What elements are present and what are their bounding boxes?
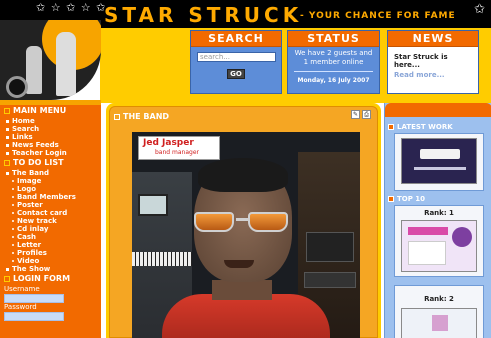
go-button[interactable]: GO (227, 69, 245, 79)
shirt-graphic (162, 294, 330, 338)
bullet-icon (6, 127, 9, 131)
news-panel: NEWS Star Struck is here... Read more... (387, 30, 479, 94)
bullet-icon (6, 135, 9, 139)
vinyl-icon (6, 76, 28, 98)
todo-item-video[interactable]: Video (0, 257, 101, 265)
member-name: Jed Jasper (143, 138, 194, 148)
menu-item-teacher-login[interactable]: Teacher Login (0, 149, 101, 157)
online-count: We have 2 guests and 1 member online (294, 49, 373, 66)
menu-item-search[interactable]: Search (0, 125, 101, 133)
search-panel: SEARCH search... GO (190, 30, 282, 94)
news-headline[interactable]: Star Struck is here... (388, 47, 478, 69)
todo-item-contact-card[interactable]: Contact card (0, 209, 101, 217)
username-field[interactable] (4, 294, 64, 303)
search-input[interactable]: search... (197, 52, 276, 62)
print-icon[interactable]: ⎙ (362, 110, 371, 119)
todo-item-new-track[interactable]: New track (0, 217, 101, 225)
read-more-link[interactable]: Read more... (388, 69, 478, 81)
guitarist-figure (56, 32, 76, 96)
search-title: SEARCH (191, 31, 281, 47)
rank-2-panel: Rank: 2 (394, 285, 484, 338)
member-role: band manager (155, 149, 199, 156)
latest-work-thumbnail[interactable] (401, 138, 477, 184)
login-form-header: LOGIN FORM (0, 273, 101, 285)
star-icon: ✩ (474, 2, 485, 17)
stars-decoration: ✩ ☆ ✩ ☆ ✩ (36, 1, 107, 14)
todo-list-header: TO DO LIST (0, 157, 101, 169)
rank-2-label: Rank: 2 (424, 295, 454, 303)
status-panel: STATUS We have 2 guests and 1 member onl… (287, 30, 380, 94)
main-content: THE BAND ✎ ⎙ Jed Jasper band manager (106, 103, 381, 338)
keyboard-graphic (132, 252, 192, 266)
rank-1-panel: Rank: 1 (394, 205, 484, 277)
panel-tools: ✎ ⎙ (351, 110, 371, 119)
bullet-icon (6, 267, 9, 271)
left-sidebar: MAIN MENU Home Search Links News Feeds T… (0, 105, 101, 338)
right-sidebar: LATEST WORK TOP 10 Rank: 1 Rank: 2 (384, 103, 491, 338)
band-manager-photo (132, 132, 360, 338)
singer-figure (26, 46, 42, 94)
square-icon (114, 113, 120, 120)
square-icon (388, 124, 394, 130)
todo-item-band-members[interactable]: Band Members (0, 193, 101, 201)
bullet-icon (6, 143, 9, 147)
todo-section-the-show[interactable]: The Show (0, 265, 101, 273)
square-icon (4, 108, 10, 114)
site-tagline: - YOUR CHANCE FOR FAME (300, 11, 456, 21)
square-icon (4, 276, 10, 282)
bullet-icon (6, 171, 9, 175)
password-label: Password (4, 303, 37, 311)
rank-1-label: Rank: 1 (424, 209, 454, 217)
latest-work-header: LATEST WORK (388, 123, 453, 131)
menu-item-home[interactable]: Home (0, 117, 101, 125)
todo-item-image[interactable]: Image (0, 177, 101, 185)
news-title: NEWS (388, 31, 478, 47)
square-icon (4, 160, 10, 166)
menu-item-news-feeds[interactable]: News Feeds (0, 141, 101, 149)
rank-1-thumbnail[interactable] (401, 220, 477, 272)
page-title: THE BAND (123, 112, 170, 121)
name-tag: Jed Jasper band manager (138, 136, 220, 160)
password-field[interactable] (4, 312, 64, 321)
bullet-icon (6, 151, 9, 155)
username-label: Username (4, 285, 40, 293)
todo-item-poster[interactable]: Poster (0, 201, 101, 209)
pdf-icon[interactable]: ✎ (351, 110, 360, 119)
todo-item-logo[interactable]: Logo (0, 185, 101, 193)
top-10-header: TOP 10 (388, 195, 425, 203)
main-menu-header: MAIN MENU (0, 105, 101, 117)
sunglasses-graphic (194, 212, 290, 232)
latest-work-panel (394, 133, 484, 191)
bullet-icon (6, 119, 9, 123)
band-logo[interactable] (0, 20, 101, 100)
todo-item-profiles[interactable]: Profiles (0, 249, 101, 257)
band-header: THE BAND (114, 112, 169, 121)
todo-item-cash[interactable]: Cash (0, 233, 101, 241)
rank-2-thumbnail[interactable] (401, 308, 477, 338)
todo-item-cd-inlay[interactable]: Cd inlay (0, 225, 101, 233)
mixer-graphic (306, 232, 354, 262)
monitor-graphic (138, 194, 168, 216)
todo-item-letter[interactable]: Letter (0, 241, 101, 249)
square-icon (388, 196, 394, 202)
status-title: STATUS (288, 31, 379, 47)
todo-section-the-band[interactable]: The Band (0, 169, 101, 177)
menu-item-links[interactable]: Links (0, 133, 101, 141)
site-title: STAR STRUCK (104, 3, 303, 27)
current-date: Monday, 16 July 2007 (297, 77, 370, 84)
